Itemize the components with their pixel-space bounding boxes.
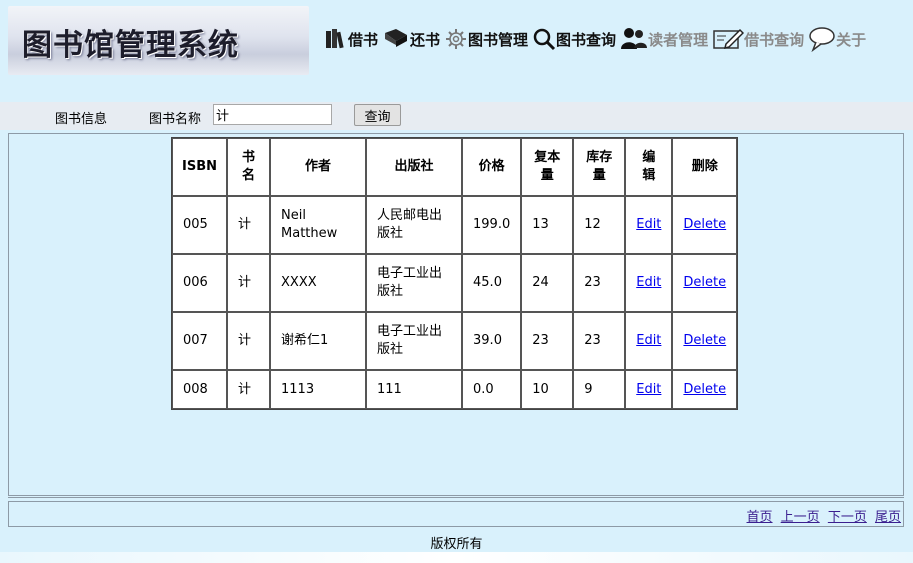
cell-copies: 10 — [521, 370, 574, 409]
delete-link[interactable]: Delete — [683, 382, 726, 397]
cell-edit: Edit — [625, 312, 673, 370]
nav-book-manage-label: 图书管理 — [468, 30, 529, 49]
cell-publisher: 电子工业出版社 — [366, 312, 463, 370]
col-stock: 库存量 — [573, 138, 626, 196]
cell-edit: Edit — [625, 254, 673, 312]
col-price: 价格 — [462, 138, 522, 196]
nav-about-label: 关于 — [836, 30, 867, 49]
search-bar: 图书信息 图书名称 查询 — [0, 102, 913, 130]
users-icon — [620, 27, 648, 51]
nav-reader-manage[interactable]: 读者管理 — [620, 27, 708, 51]
app-logo: 图书馆管理系统 — [8, 6, 309, 75]
cell-publisher: 电子工业出版社 — [366, 254, 463, 312]
col-publisher: 出版社 — [366, 138, 463, 196]
cell-isbn: 006 — [172, 254, 227, 312]
cell-price: 39.0 — [462, 312, 522, 370]
prev-page-link[interactable]: 上一页 — [781, 510, 820, 525]
nav-borrow-label: 借书 — [348, 30, 379, 49]
books-icon — [324, 27, 348, 51]
edit-link[interactable]: Edit — [636, 382, 661, 397]
cell-copies: 13 — [521, 196, 574, 254]
book-name-input[interactable] — [213, 104, 332, 125]
cell-delete: Delete — [672, 370, 738, 409]
nav-book-manage[interactable]: 图书管理 — [444, 27, 528, 51]
nav-book-search-label: 图书查询 — [556, 30, 617, 49]
cell-author: Neil Matthew — [270, 196, 367, 254]
cell-edit: Edit — [625, 370, 673, 409]
copyright-footer: 版权所有 — [430, 537, 483, 552]
book-return-icon — [382, 27, 410, 51]
nav-borrow[interactable]: 借书 — [324, 27, 378, 51]
cell-stock: 23 — [573, 254, 626, 312]
pagination-links: 首页 上一页 下一页 尾页 — [743, 506, 901, 525]
cell-stock: 12 — [573, 196, 626, 254]
edit-icon — [712, 27, 745, 51]
main-nav: 借书 还书 图书管理 图书查询 读者管理 借书查询 关于 — [324, 26, 870, 52]
search-button[interactable]: 查询 — [354, 104, 401, 126]
cell-isbn: 007 — [172, 312, 227, 370]
cell-title: 计 — [227, 196, 271, 254]
speech-bubble-icon — [808, 26, 836, 52]
col-delete: 删除 — [672, 138, 738, 196]
pagination: 首页 上一页 下一页 尾页 — [8, 501, 904, 527]
cell-delete: Delete — [672, 312, 738, 370]
section-title: 图书信息 — [55, 112, 108, 127]
nav-borrow-query[interactable]: 借书查询 — [712, 27, 804, 51]
col-title: 书名 — [227, 138, 271, 196]
cell-delete: Delete — [672, 254, 738, 312]
delete-link[interactable]: Delete — [683, 217, 726, 232]
cell-title: 计 — [227, 312, 271, 370]
cell-edit: Edit — [625, 196, 673, 254]
edit-link[interactable]: Edit — [636, 333, 661, 348]
cell-isbn: 008 — [172, 370, 227, 409]
nav-return-label: 还书 — [410, 30, 441, 49]
cell-delete: Delete — [672, 196, 738, 254]
cell-price: 0.0 — [462, 370, 522, 409]
nav-about[interactable]: 关于 — [808, 26, 866, 52]
nav-reader-manage-label: 读者管理 — [648, 30, 709, 49]
cell-title: 计 — [227, 254, 271, 312]
col-edit: 编辑 — [625, 138, 673, 196]
col-author: 作者 — [270, 138, 367, 196]
table-row: 006 计 XXXX 电子工业出版社 45.0 24 23 Edit Delet… — [172, 254, 738, 312]
col-isbn: ISBN — [172, 138, 227, 196]
cell-isbn: 005 — [172, 196, 227, 254]
cell-publisher: 人民邮电出版社 — [366, 196, 463, 254]
delete-link[interactable]: Delete — [683, 275, 726, 290]
books-table: ISBN 书名 作者 出版社 价格 复本量 库存量 编辑 删除 005 计 Ne… — [171, 137, 739, 410]
bottom-strip — [0, 552, 913, 563]
table-row: 008 计 1113 111 0.0 10 9 Edit Delete — [172, 370, 738, 409]
cell-author: 谢希仁1 — [270, 312, 367, 370]
divider — [8, 497, 904, 498]
table-row: 007 计 谢希仁1 电子工业出版社 39.0 23 23 Edit Delet… — [172, 312, 738, 370]
cell-price: 199.0 — [462, 196, 522, 254]
nav-borrow-query-label: 借书查询 — [744, 30, 805, 49]
cell-author: 1113 — [270, 370, 367, 409]
edit-link[interactable]: Edit — [636, 217, 661, 232]
cell-publisher: 111 — [366, 370, 463, 409]
table-row: 005 计 Neil Matthew 人民邮电出版社 199.0 13 12 E… — [172, 196, 738, 254]
cell-copies: 23 — [521, 312, 574, 370]
nav-return[interactable]: 还书 — [382, 27, 440, 51]
cell-price: 45.0 — [462, 254, 522, 312]
cell-stock: 9 — [573, 370, 626, 409]
nav-book-search[interactable]: 图书查询 — [532, 27, 616, 51]
first-page-link[interactable]: 首页 — [747, 510, 773, 525]
book-name-label: 图书名称 — [149, 112, 202, 127]
cell-author: XXXX — [270, 254, 367, 312]
delete-link[interactable]: Delete — [683, 333, 726, 348]
col-copies: 复本量 — [521, 138, 574, 196]
last-page-link[interactable]: 尾页 — [875, 510, 901, 525]
edit-link[interactable]: Edit — [636, 275, 661, 290]
cell-stock: 23 — [573, 312, 626, 370]
search-icon — [532, 27, 556, 51]
cell-copies: 24 — [521, 254, 574, 312]
logo-text: 图书馆管理系统 — [22, 28, 239, 63]
cell-title: 计 — [227, 370, 271, 409]
next-page-link[interactable]: 下一页 — [828, 510, 867, 525]
gear-icon — [444, 27, 468, 51]
table-header-row: ISBN 书名 作者 出版社 价格 复本量 库存量 编辑 删除 — [172, 138, 738, 196]
